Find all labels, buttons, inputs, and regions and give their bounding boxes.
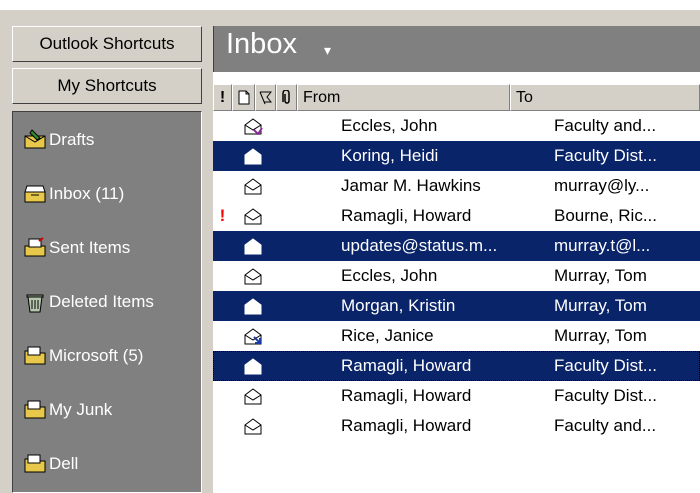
message-row[interactable]: Ramagli, Howard Faculty Dist... (213, 351, 700, 381)
folder-dropdown-icon[interactable]: ▾ (324, 42, 331, 59)
to-cell: Faculty Dist... (554, 146, 657, 165)
folder-title[interactable]: Inbox (226, 28, 297, 61)
importance-cell (213, 111, 232, 141)
shortcut-sent-items[interactable]: Sent Items (13, 226, 201, 270)
shortcut-my-junk[interactable]: My Junk (13, 388, 201, 432)
message-row[interactable]: Rice, Janice Murray, Tom (213, 321, 700, 351)
shortcut-list: Drafts Inbox (11) Sent Items Deleted Items M… (12, 111, 202, 493)
message-row[interactable]: updates@status.m... murray.t@l... (213, 231, 700, 261)
column-header-row: ! From To (213, 84, 700, 111)
open-envelope-icon (232, 411, 274, 441)
inbox-pane: Inbox ▾ ! From To Eccles, John Faculty an… (213, 26, 700, 493)
drafts-icon (23, 128, 47, 152)
column-importance[interactable]: ! (213, 84, 232, 111)
column-from[interactable]: From (297, 84, 510, 111)
to-cell: Faculty Dist... (554, 356, 657, 375)
top-strip (0, 0, 700, 10)
shortcut-label: Inbox (11) (49, 184, 125, 203)
from-cell: Ramagli, Howard (341, 416, 472, 435)
from-cell: Ramagli, Howard (341, 206, 472, 225)
folder-icon (23, 452, 47, 476)
my-shortcuts-button[interactable]: My Shortcuts (12, 68, 202, 104)
shortcut-label: Microsoft (5) (49, 346, 144, 365)
column-attachment[interactable] (276, 84, 297, 111)
shortcut-deleted-items[interactable]: Deleted Items (13, 280, 201, 324)
importance-cell (213, 261, 232, 291)
shortcut-inbox-11[interactable]: Inbox (11) (13, 172, 201, 216)
open-envelope-icon (232, 261, 274, 291)
open-envelope-icon (232, 171, 274, 201)
column-to[interactable]: To (510, 84, 700, 111)
from-cell: Eccles, John (341, 266, 438, 285)
paperclip-icon (281, 90, 290, 104)
message-row[interactable]: Jamar M. Hawkins murray@ly... (213, 171, 700, 201)
shortcut-microsoft-5[interactable]: Microsoft (5) (13, 334, 201, 378)
shortcut-label: Deleted Items (49, 292, 154, 311)
to-cell: Faculty and... (554, 116, 657, 135)
folder-icon (23, 344, 47, 368)
open-envelope-icon (232, 231, 274, 261)
open-envelope-icon (232, 381, 274, 411)
message-row[interactable]: Ramagli, Howard Faculty Dist... (213, 381, 700, 411)
column-flag[interactable] (255, 84, 276, 111)
outlook-shortcuts-button[interactable]: Outlook Shortcuts (12, 26, 202, 62)
to-cell: Faculty Dist... (554, 386, 657, 405)
from-cell: Morgan, Kristin (341, 296, 456, 315)
shortcut-drafts[interactable]: Drafts (13, 118, 201, 162)
importance-cell (213, 381, 232, 411)
importance-cell: ! (219, 206, 226, 225)
to-cell: Murray, Tom (554, 326, 647, 345)
importance-cell (213, 141, 232, 171)
from-cell: Koring, Heidi (341, 146, 439, 165)
shortcut-label: Drafts (49, 130, 95, 149)
from-cell: Jamar M. Hawkins (341, 176, 481, 195)
importance-cell (213, 321, 232, 351)
message-row[interactable]: Koring, Heidi Faculty Dist... (213, 141, 700, 171)
message-row[interactable]: Eccles, John Murray, Tom (213, 261, 700, 291)
open-envelope-icon (232, 201, 274, 231)
message-list: Eccles, John Faculty and... Koring, Heidi F… (213, 111, 700, 493)
from-cell: Ramagli, Howard (341, 356, 472, 375)
shortcuts-bar: Outlook Shortcuts My Shortcuts Drafts Inb… (12, 26, 202, 493)
message-row[interactable]: Eccles, John Faculty and... (213, 111, 700, 141)
replied-envelope-icon (232, 111, 274, 141)
importance-cell (213, 411, 232, 441)
shortcut-dell[interactable]: Dell (13, 442, 201, 486)
shortcut-label: My Junk (49, 400, 113, 419)
open-envelope-icon (232, 291, 274, 321)
folder-banner: Inbox ▾ (213, 26, 700, 72)
to-cell: Bourne, Ric... (554, 206, 657, 225)
to-cell: Faculty and... (554, 416, 657, 435)
column-icon[interactable] (232, 84, 255, 111)
importance-cell (213, 351, 232, 381)
to-cell: Murray, Tom (554, 266, 647, 285)
open-envelope-icon (232, 351, 274, 381)
to-cell: murray@ly... (554, 176, 650, 195)
folder-icon (23, 398, 47, 422)
sent-items-icon (23, 236, 47, 260)
shortcut-label: Sent Items (49, 238, 131, 257)
message-row[interactable]: Morgan, Kristin Murray, Tom (213, 291, 700, 321)
forwarded-envelope-icon (232, 321, 274, 351)
importance-cell (213, 231, 232, 261)
from-cell: updates@status.m... (341, 236, 498, 255)
message-row[interactable]: ! Ramagli, Howard Bourne, Ric... (213, 201, 700, 231)
from-cell: Rice, Janice (341, 326, 434, 345)
message-row[interactable]: Ramagli, Howard Faculty and... (213, 411, 700, 441)
importance-cell (213, 291, 232, 321)
to-cell: murray.t@l... (554, 236, 651, 255)
from-cell: Eccles, John (341, 116, 438, 135)
deleted-items-icon (23, 290, 47, 314)
to-cell: Murray, Tom (554, 296, 647, 315)
from-cell: Ramagli, Howard (341, 386, 472, 405)
flag-icon (259, 91, 272, 104)
shortcut-label: Dell (49, 454, 79, 473)
inbox-icon (23, 182, 47, 206)
open-envelope-icon (232, 141, 274, 171)
document-icon (238, 90, 249, 105)
importance-cell (213, 171, 232, 201)
